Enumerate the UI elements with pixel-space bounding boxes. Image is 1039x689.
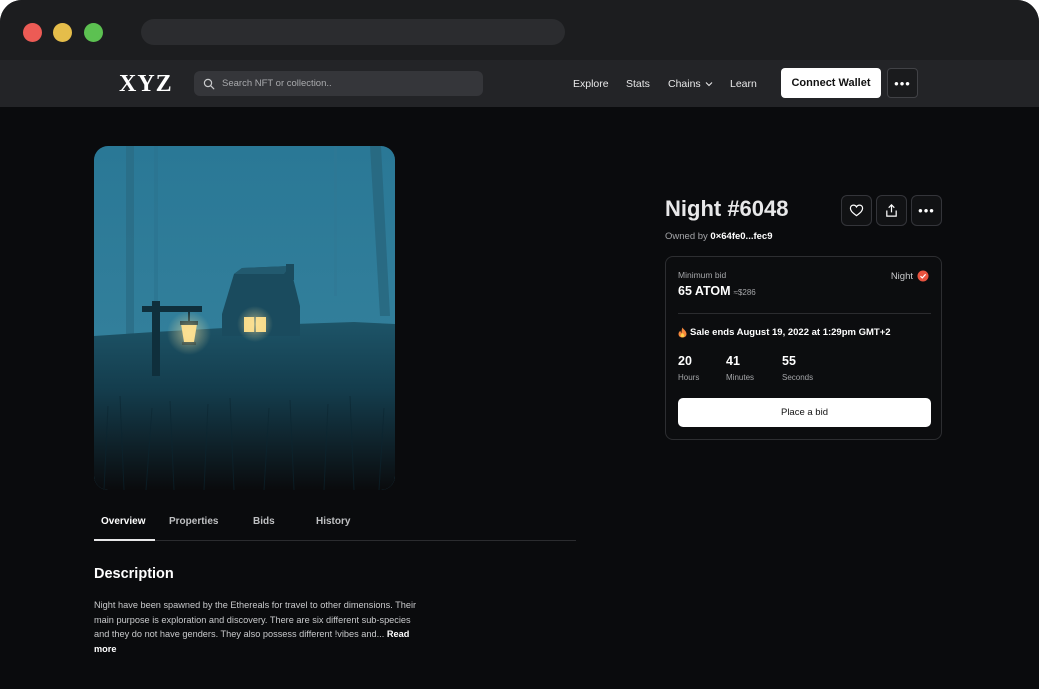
owner-line: Owned by 0×64fe0...fec9 bbox=[665, 231, 772, 242]
nft-more-button[interactable]: ••• bbox=[911, 195, 942, 226]
nav-learn[interactable]: Learn bbox=[730, 78, 757, 90]
heart-icon bbox=[849, 204, 864, 217]
share-icon bbox=[886, 204, 897, 217]
fire-icon bbox=[678, 327, 687, 338]
countdown-hours: 20 Hours bbox=[678, 354, 699, 382]
minimize-window-button[interactable] bbox=[53, 23, 72, 42]
tab-history[interactable]: History bbox=[316, 516, 350, 527]
description-body: Night have been spawned by the Ethereals… bbox=[94, 600, 417, 639]
nft-title: Night #6048 bbox=[665, 196, 789, 221]
more-horizontal-icon: ••• bbox=[894, 75, 911, 91]
nav-chains[interactable]: Chains bbox=[668, 78, 713, 90]
browser-titlebar bbox=[0, 0, 1039, 60]
card-divider bbox=[678, 313, 931, 314]
sale-ends-text: Sale ends August 19, 2022 at 1:29pm GMT+… bbox=[690, 327, 891, 338]
tab-overview[interactable]: Overview bbox=[101, 516, 145, 527]
nav-more-button[interactable]: ••• bbox=[887, 68, 918, 98]
share-button[interactable] bbox=[876, 195, 907, 226]
top-navbar: XYZ Explore Stats Chains Learn Connect W… bbox=[0, 60, 1039, 107]
tab-properties[interactable]: Properties bbox=[169, 516, 218, 527]
sale-ends: Sale ends August 19, 2022 at 1:29pm GMT+… bbox=[678, 327, 891, 338]
search-input[interactable] bbox=[222, 78, 462, 89]
min-bid-label: Minimum bid bbox=[678, 270, 727, 280]
minutes-value: 41 bbox=[726, 354, 740, 368]
hours-label: Hours bbox=[678, 373, 700, 382]
address-bar[interactable] bbox=[141, 19, 565, 45]
maximize-window-button[interactable] bbox=[84, 23, 103, 42]
search-box[interactable] bbox=[194, 71, 483, 96]
owner-address-link[interactable]: 0×64fe0...fec9 bbox=[710, 231, 772, 242]
nft-artwork[interactable] bbox=[94, 146, 395, 490]
description-text: Night have been spawned by the Ethereals… bbox=[94, 598, 424, 656]
seconds-value: 55 bbox=[782, 354, 796, 368]
minutes-label: Minutes bbox=[726, 373, 755, 382]
active-tab-indicator bbox=[94, 539, 155, 541]
nav-explore[interactable]: Explore bbox=[573, 78, 609, 90]
connect-wallet-button[interactable]: Connect Wallet bbox=[781, 68, 881, 98]
min-bid-usd: ≈$286 bbox=[733, 288, 756, 297]
detail-tabs: Overview Properties Bids History bbox=[94, 505, 576, 541]
owned-by-label: Owned by bbox=[665, 231, 708, 242]
tab-bids[interactable]: Bids bbox=[253, 516, 275, 527]
bid-card: Minimum bid 65 ATOM ≈$286 Night Sale ends… bbox=[665, 256, 942, 440]
more-horizontal-icon: ••• bbox=[918, 203, 935, 218]
chain-label: Night bbox=[890, 270, 913, 282]
hours-value: 20 bbox=[678, 354, 692, 368]
night-scene-image bbox=[94, 146, 395, 490]
min-bid-value: 65 ATOM ≈$286 bbox=[678, 284, 756, 298]
seconds-label: Seconds bbox=[782, 373, 814, 382]
nav-chains-label: Chains bbox=[668, 78, 701, 90]
description-title: Description bbox=[94, 566, 174, 582]
close-window-button[interactable] bbox=[23, 23, 42, 42]
search-icon bbox=[203, 78, 215, 89]
chevron-down-icon bbox=[705, 82, 713, 87]
browser-window: XYZ Explore Stats Chains Learn Connect W… bbox=[0, 0, 1039, 689]
site-logo[interactable]: XYZ bbox=[119, 71, 173, 98]
min-bid-amount: 65 ATOM bbox=[678, 284, 731, 298]
chain-badge: Night bbox=[891, 270, 929, 282]
countdown-seconds: 55 Seconds bbox=[782, 354, 813, 382]
favorite-button[interactable] bbox=[841, 195, 872, 226]
verified-check-icon bbox=[917, 270, 929, 282]
place-bid-button[interactable]: Place a bid bbox=[678, 398, 931, 427]
nav-stats[interactable]: Stats bbox=[626, 78, 650, 90]
countdown-minutes: 41 Minutes bbox=[726, 354, 754, 382]
